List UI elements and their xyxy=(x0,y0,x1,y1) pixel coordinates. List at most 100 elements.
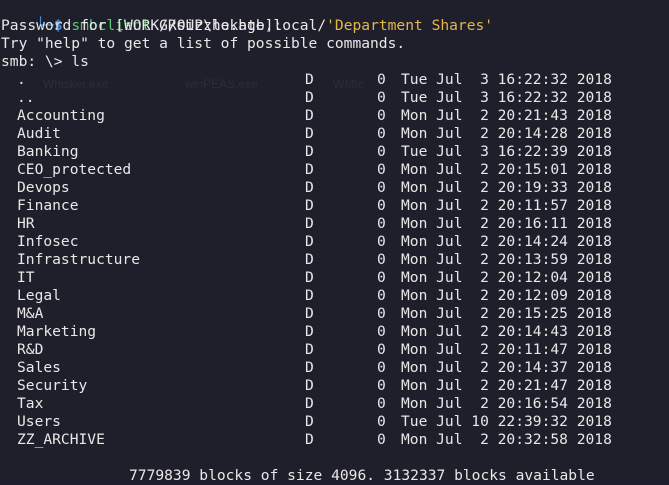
entry-size: 0 xyxy=(377,89,386,106)
entry-attribute: D xyxy=(305,377,314,394)
entry-size: 0 xyxy=(377,287,386,304)
entry-name: Banking xyxy=(17,143,79,160)
entry-attribute: D xyxy=(305,143,314,160)
entry-size: 0 xyxy=(377,323,386,340)
blocks-summary: 7779839 blocks of size 4096. 3132337 blo… xyxy=(129,467,595,484)
entry-size: 0 xyxy=(377,341,386,358)
entry-size: 0 xyxy=(377,305,386,322)
listing-row: Security D 0 Mon Jul 2 20:21:47 2018 xyxy=(0,377,669,395)
entry-attribute: D xyxy=(305,395,314,412)
listing-row: Users D 0 Tue Jul 10 22:39:32 2018 xyxy=(0,413,669,431)
command-target-share: 'Department Shares' xyxy=(326,17,494,34)
entry-date: Mon Jul 2 20:32:58 2018 xyxy=(401,431,612,448)
entry-size: 0 xyxy=(377,359,386,376)
entry-date: Mon Jul 2 20:14:43 2018 xyxy=(401,323,612,340)
entry-date: Tue Jul 3 16:22:32 2018 xyxy=(401,89,612,106)
entry-size: 0 xyxy=(377,71,386,88)
entry-date: Mon Jul 2 20:14:24 2018 xyxy=(401,233,612,250)
entry-attribute: D xyxy=(305,197,314,214)
entry-name: Accounting xyxy=(17,107,105,124)
listing-row: CEO_protected D 0 Mon Jul 2 20:15:01 2018 xyxy=(0,161,669,179)
listing-row: Marketing D 0 Mon Jul 2 20:14:43 2018 xyxy=(0,323,669,341)
entry-name: R&D xyxy=(17,341,44,358)
entry-date: Mon Jul 2 20:15:25 2018 xyxy=(401,305,612,322)
listing-row: R&D D 0 Mon Jul 2 20:11:47 2018 xyxy=(0,341,669,359)
listing-row: Banking D 0 Tue Jul 3 16:22:39 2018 xyxy=(0,143,669,161)
entry-name: HR xyxy=(17,215,35,232)
listing-row: .. D 0 Tue Jul 3 16:22:32 2018 xyxy=(0,89,669,107)
listing-row: M&A D 0 Mon Jul 2 20:15:25 2018 xyxy=(0,305,669,323)
entry-name: M&A xyxy=(17,305,44,322)
listing-row: HR D 0 Mon Jul 2 20:16:11 2018 xyxy=(0,215,669,233)
listing-row: Finance D 0 Mon Jul 2 20:11:57 2018 xyxy=(0,197,669,215)
entry-name: Infosec xyxy=(17,233,79,250)
entry-attribute: D xyxy=(305,89,314,106)
entry-date: Mon Jul 2 20:16:11 2018 xyxy=(401,215,612,232)
smb-prompt: smb: \> ls xyxy=(1,53,89,70)
entry-attribute: D xyxy=(305,305,314,322)
listing-row: Devops D 0 Mon Jul 2 20:19:33 2018 xyxy=(0,179,669,197)
entry-name: Sales xyxy=(17,359,61,376)
entry-size: 0 xyxy=(377,143,386,160)
entry-name: Devops xyxy=(17,179,70,196)
entry-attribute: D xyxy=(305,215,314,232)
entry-size: 0 xyxy=(377,431,386,448)
entry-size: 0 xyxy=(377,215,386,232)
entry-date: Tue Jul 3 16:22:39 2018 xyxy=(401,143,612,160)
entry-attribute: D xyxy=(305,341,314,358)
listing-row: ZZ_ARCHIVE D 0 Mon Jul 2 20:32:58 2018 xyxy=(0,431,669,449)
entry-name: Marketing xyxy=(17,323,97,340)
listing-row: Tax D 0 Mon Jul 2 20:16:54 2018 xyxy=(0,395,669,413)
entry-attribute: D xyxy=(305,107,314,124)
entry-name: Security xyxy=(17,377,88,394)
entry-name: . xyxy=(17,71,26,88)
entry-size: 0 xyxy=(377,125,386,142)
entry-size: 0 xyxy=(377,179,386,196)
listing-row: Accounting D 0 Mon Jul 2 20:21:43 2018 xyxy=(0,107,669,125)
entry-attribute: D xyxy=(305,431,314,448)
entry-date: Tue Jul 3 16:22:32 2018 xyxy=(401,71,612,88)
entry-date: Mon Jul 2 20:13:59 2018 xyxy=(401,251,612,268)
entry-attribute: D xyxy=(305,251,314,268)
entry-name: Finance xyxy=(17,197,79,214)
listing-row: Sales D 0 Mon Jul 2 20:14:37 2018 xyxy=(0,359,669,377)
listing-row: Infosec D 0 Mon Jul 2 20:14:24 2018 xyxy=(0,233,669,251)
entry-date: Mon Jul 2 20:14:37 2018 xyxy=(401,359,612,376)
entry-date: Mon Jul 2 20:16:54 2018 xyxy=(401,395,612,412)
entry-date: Mon Jul 2 20:14:28 2018 xyxy=(401,125,612,142)
help-hint: Try "help" to get a list of possible com… xyxy=(1,35,406,52)
entry-size: 0 xyxy=(377,251,386,268)
entry-date: Mon Jul 2 20:12:04 2018 xyxy=(401,269,612,286)
listing-row: Infrastructure D 0 Mon Jul 2 20:13:59 2018 xyxy=(0,251,669,269)
entry-date: Mon Jul 2 20:21:43 2018 xyxy=(401,107,612,124)
entry-attribute: D xyxy=(305,161,314,178)
entry-date: Mon Jul 2 20:15:01 2018 xyxy=(401,161,612,178)
listing-row: . D 0 Tue Jul 3 16:22:32 2018 xyxy=(0,71,669,89)
entry-date: Mon Jul 2 20:19:33 2018 xyxy=(401,179,612,196)
entry-size: 0 xyxy=(377,233,386,250)
entry-date: Mon Jul 2 20:12:09 2018 xyxy=(401,287,612,304)
entry-size: 0 xyxy=(377,161,386,178)
entry-date: Mon Jul 2 20:11:57 2018 xyxy=(401,197,612,214)
entry-size: 0 xyxy=(377,395,386,412)
entry-attribute: D xyxy=(305,287,314,304)
entry-name: .. xyxy=(17,89,35,106)
entry-size: 0 xyxy=(377,377,386,394)
password-prompt: Password for [WORKGROUP\hokage]: xyxy=(1,17,283,34)
entry-name: Legal xyxy=(17,287,61,304)
entry-size: 0 xyxy=(377,269,386,286)
listing-row: Audit D 0 Mon Jul 2 20:14:28 2018 xyxy=(0,125,669,143)
entry-date: Mon Jul 2 20:11:47 2018 xyxy=(401,341,612,358)
entry-name: ZZ_ARCHIVE xyxy=(17,431,105,448)
entry-date: Tue Jul 10 22:39:32 2018 xyxy=(401,413,612,430)
entry-attribute: D xyxy=(305,71,314,88)
listing-row: IT D 0 Mon Jul 2 20:12:04 2018 xyxy=(0,269,669,287)
entry-attribute: D xyxy=(305,125,314,142)
entry-name: Tax xyxy=(17,395,44,412)
entry-name: CEO_protected xyxy=(17,161,132,178)
entry-name: Infrastructure xyxy=(17,251,141,268)
entry-attribute: D xyxy=(305,233,314,250)
entry-name: Audit xyxy=(17,125,61,142)
entry-size: 0 xyxy=(377,107,386,124)
entry-size: 0 xyxy=(377,197,386,214)
